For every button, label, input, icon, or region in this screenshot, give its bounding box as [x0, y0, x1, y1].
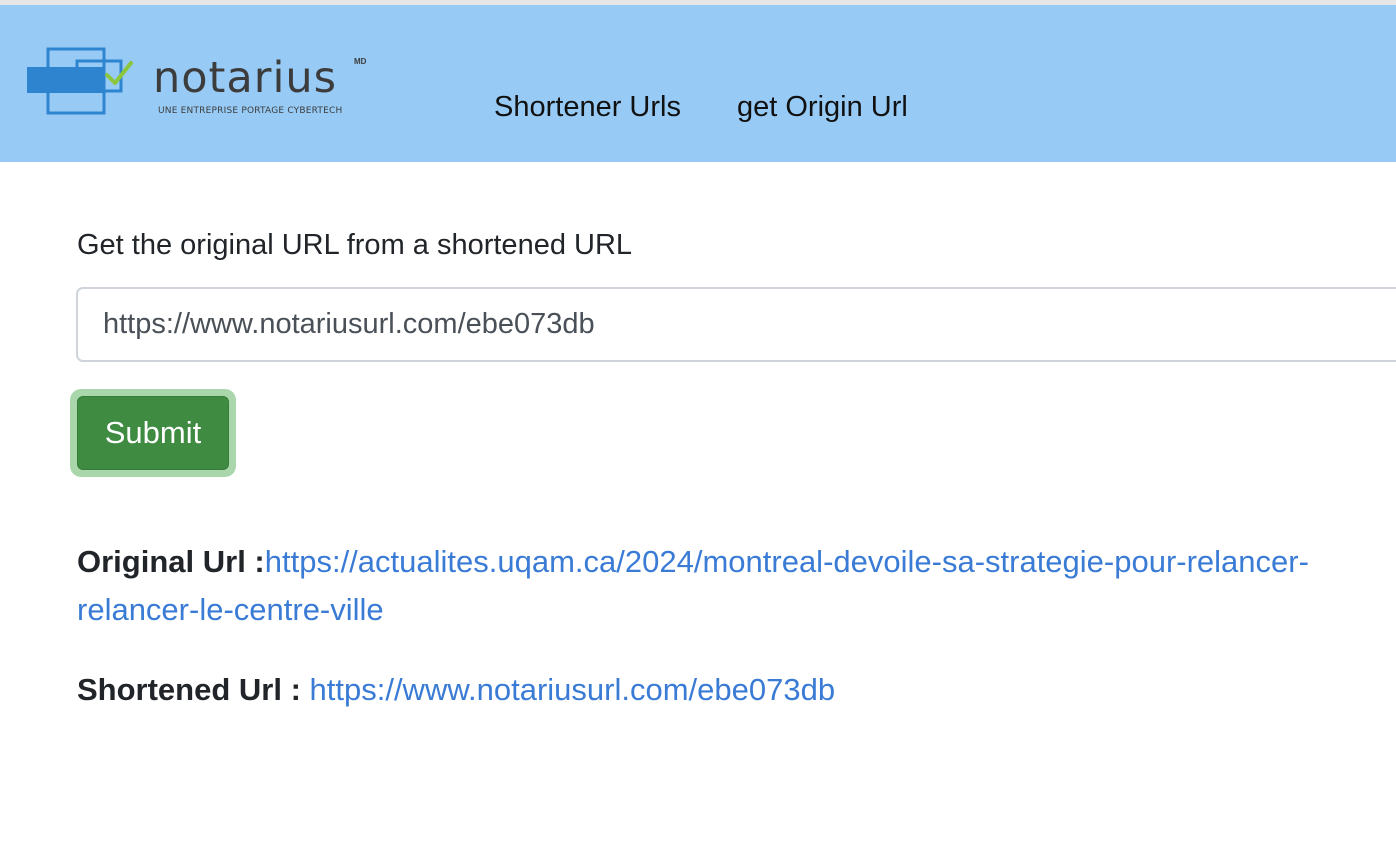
shortened-url-link[interactable]: https://www.notariusurl.com/ebe073db — [310, 672, 836, 707]
submit-button[interactable]: Submit — [77, 396, 229, 470]
nav-link-shortener-urls[interactable]: Shortener Urls — [494, 91, 681, 124]
original-url-link-continued[interactable]: relancer-le-centre-ville — [77, 592, 384, 627]
logo-mark-icon — [27, 47, 133, 115]
logo-trademark: MD — [354, 57, 367, 66]
original-url-link[interactable]: https://actualites.uqam.ca/2024/montreal… — [265, 544, 1309, 579]
logo-brand-text: notarius — [153, 53, 338, 103]
logo-tagline: UNE ENTREPRISE PORTAGE CYBERTECH — [158, 106, 343, 116]
original-url-result-continued: relancer-le-centre-ville — [77, 586, 384, 633]
url-input-label: Get the original URL from a shortened UR… — [77, 229, 633, 261]
shortened-url-result: Shortened Url : https://www.notariusurl.… — [77, 666, 835, 713]
original-url-label: Original Url : — [77, 544, 265, 579]
original-url-result: Original Url :https://actualites.uqam.ca… — [77, 538, 1309, 585]
top-navbar: notarius MD UNE ENTREPRISE PORTAGE CYBER… — [0, 5, 1396, 162]
shortened-url-label: Shortened Url : — [77, 672, 310, 707]
nav-link-get-origin-url[interactable]: get Origin Url — [737, 91, 908, 124]
notarius-logo[interactable]: notarius MD UNE ENTREPRISE PORTAGE CYBER… — [27, 43, 387, 133]
shortened-url-input[interactable] — [76, 287, 1396, 362]
